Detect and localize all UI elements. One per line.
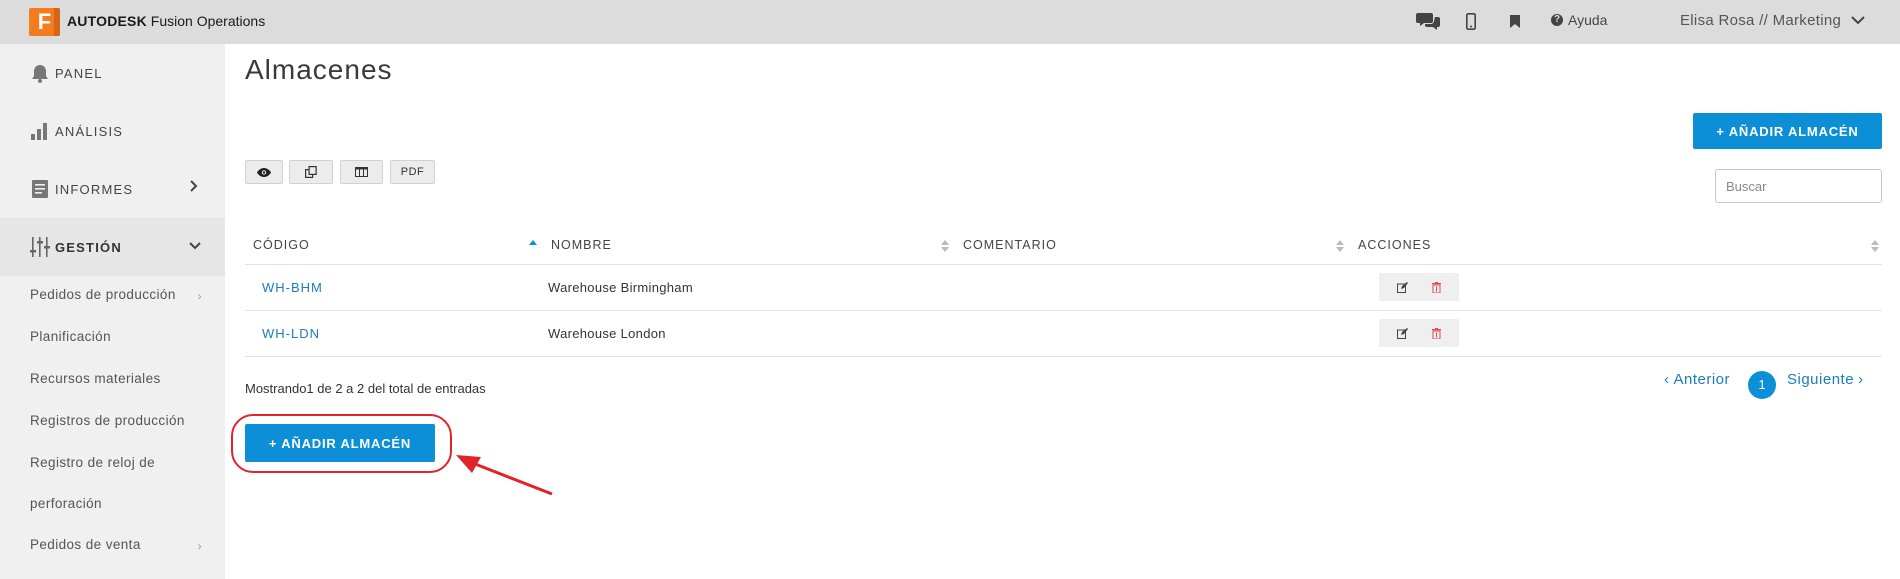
row-name: Warehouse Birmingham — [548, 280, 693, 295]
chevron-right-icon — [190, 180, 198, 192]
sidebar-item-panel[interactable]: PANEL — [0, 44, 225, 102]
row-actions — [1379, 319, 1459, 347]
table-divider — [245, 264, 1882, 265]
row-actions — [1379, 273, 1459, 301]
sidebar-sub-registros-produccion[interactable]: Registros de producción — [30, 413, 202, 428]
copy-button[interactable] — [289, 160, 333, 184]
columns-button[interactable] — [340, 160, 383, 184]
row-divider — [245, 356, 1882, 357]
sort-asc-icon[interactable] — [529, 239, 537, 253]
row-divider — [245, 310, 1882, 311]
sidebar-sub-label: Recursos materiales — [30, 371, 161, 386]
sidebar-sub-label: Planificación — [30, 329, 111, 344]
pagination-prev-label: Anterior — [1673, 371, 1731, 388]
eye-icon — [257, 167, 271, 177]
columns-icon — [355, 167, 368, 177]
sort-icon[interactable] — [1336, 239, 1344, 253]
sidebar-item-gestion[interactable]: GESTIÓN — [0, 218, 225, 276]
sliders-icon — [30, 237, 50, 257]
sidebar-sub-registro-reloj[interactable]: Registro de reloj de — [30, 455, 202, 470]
sort-icon[interactable] — [1871, 239, 1879, 253]
bookmark-icon[interactable] — [1510, 10, 1520, 32]
sidebar-sub-label: Registro de reloj de — [30, 455, 156, 470]
sidebar-sub-registro-reloj-cont[interactable]: perforación — [30, 496, 202, 511]
delete-icon[interactable] — [1432, 327, 1441, 339]
fusion-logo-icon[interactable]: F — [29, 8, 60, 36]
sidebar-item-label: GESTIÓN — [55, 239, 122, 255]
sidebar-item-label: INFORMES — [55, 181, 134, 197]
column-header-nombre[interactable]: NOMBRE — [551, 238, 612, 252]
sidebar-sub-label: Registros de producción — [30, 413, 185, 428]
brand-product: Fusion Operations — [150, 13, 266, 29]
help-link[interactable]: ? Ayuda — [1551, 12, 1607, 28]
pagination-prev[interactable]: ‹ Anterior — [1664, 371, 1730, 388]
mobile-icon[interactable] — [1466, 10, 1476, 32]
annotation-highlight — [231, 414, 452, 473]
sidebar-sub-pedidos-venta[interactable]: Pedidos de venta › — [30, 537, 202, 553]
chevron-right-icon: › — [197, 539, 202, 553]
user-menu[interactable]: Elisa Rosa // Marketing — [1680, 12, 1865, 29]
add-warehouse-button-top[interactable]: + AÑADIR ALMACÉN — [1693, 113, 1882, 149]
user-label: Elisa Rosa // Marketing — [1680, 12, 1842, 29]
help-label: Ayuda — [1568, 12, 1608, 28]
brand-bold: AUTODESK — [67, 13, 147, 29]
sidebar-sub-label: Pedidos de producción — [30, 287, 176, 302]
top-bar: F AUTODESK Fusion Operations ? Ayuda Eli… — [0, 0, 1900, 44]
sidebar-sub-planificacion[interactable]: Planificación — [30, 329, 202, 344]
sidebar-sub-recursos-materiales[interactable]: Recursos materiales — [30, 371, 202, 386]
chevron-right-icon: › — [1858, 371, 1864, 388]
column-header-acciones[interactable]: ACCIONES — [1358, 238, 1431, 252]
chevron-left-icon: ‹ — [1664, 371, 1670, 388]
delete-icon[interactable] — [1432, 281, 1441, 293]
sidebar-sub-label: Pedidos de venta — [30, 537, 141, 552]
sidebar: PANEL ANÁLISIS INFORMES GESTIÓN Pedidos … — [0, 44, 225, 579]
search-input[interactable] — [1715, 169, 1882, 203]
copy-icon — [305, 166, 317, 178]
chevron-down-icon — [1851, 16, 1865, 25]
view-toggle-button[interactable] — [245, 160, 283, 184]
pagination-next[interactable]: Siguiente › — [1787, 371, 1864, 388]
pagination-current-page[interactable]: 1 — [1748, 371, 1776, 399]
column-header-comentario[interactable]: COMENTARIO — [963, 238, 1057, 252]
row-name: Warehouse London — [548, 326, 666, 341]
sort-icon[interactable] — [941, 239, 949, 253]
row-code-link[interactable]: WH-LDN — [262, 326, 320, 341]
document-icon — [30, 179, 50, 199]
sidebar-item-informes[interactable]: INFORMES — [0, 160, 225, 218]
pagination-next-label: Siguiente — [1787, 371, 1855, 388]
sidebar-sub-pedidos-produccion[interactable]: Pedidos de producción › — [30, 287, 202, 303]
bell-icon — [30, 63, 50, 83]
chat-icon[interactable] — [1416, 10, 1440, 32]
chevron-down-icon — [189, 242, 201, 250]
sidebar-item-label: ANÁLISIS — [55, 123, 124, 139]
column-header-codigo[interactable]: CÓDIGO — [253, 238, 310, 252]
annotation-arrow-icon — [456, 455, 553, 496]
sidebar-sub-label: perforación — [30, 496, 102, 511]
chevron-right-icon: › — [197, 289, 202, 303]
bar-chart-icon — [30, 121, 50, 141]
help-icon: ? — [1551, 14, 1563, 26]
sidebar-item-analisis[interactable]: ANÁLISIS — [0, 102, 225, 160]
edit-icon[interactable] — [1397, 327, 1408, 339]
row-code-link[interactable]: WH-BHM — [262, 280, 323, 295]
edit-icon[interactable] — [1397, 281, 1408, 293]
brand-name: AUTODESK Fusion Operations — [67, 13, 265, 29]
page-title: Almacenes — [245, 54, 393, 85]
sidebar-item-label: PANEL — [55, 65, 103, 81]
table-info-text: Mostrando1 de 2 a 2 del total de entrada… — [245, 381, 486, 396]
pdf-button[interactable]: PDF — [390, 160, 435, 184]
